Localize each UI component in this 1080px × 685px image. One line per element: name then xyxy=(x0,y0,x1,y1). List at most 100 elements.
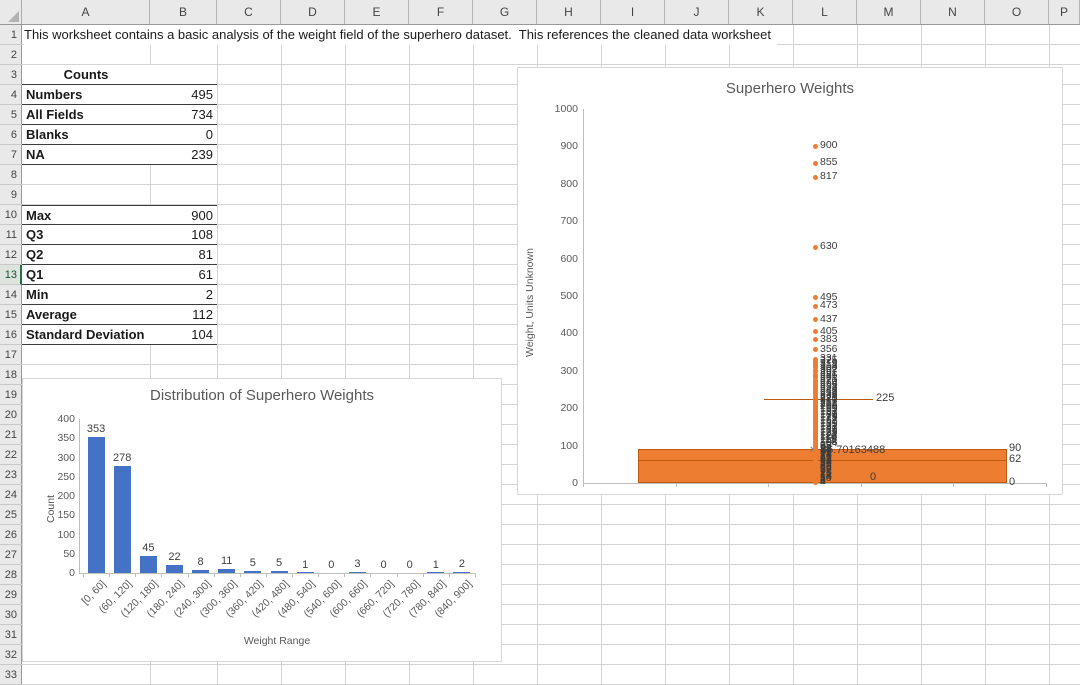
data-point[interactable] xyxy=(813,317,818,322)
bar[interactable] xyxy=(349,572,366,573)
row-header-1[interactable]: 1 xyxy=(0,25,22,45)
bar[interactable] xyxy=(244,571,261,573)
column-header-N[interactable]: N xyxy=(921,0,985,24)
row-header-26[interactable]: 26 xyxy=(0,525,22,545)
select-all-button[interactable] xyxy=(0,0,22,24)
bar[interactable] xyxy=(453,572,470,573)
row-header-5[interactable]: 5 xyxy=(0,105,22,125)
cell-grid[interactable]: This worksheet contains a basic analysis… xyxy=(22,25,1080,685)
row-header-3[interactable]: 3 xyxy=(0,65,22,85)
bar[interactable] xyxy=(297,572,314,573)
table-row-value[interactable]: 112 xyxy=(150,305,213,325)
data-point[interactable] xyxy=(813,480,818,485)
bar[interactable] xyxy=(166,565,183,573)
column-header-E[interactable]: E xyxy=(345,0,409,24)
boxplot-chart[interactable]: Superhero Weights Weight, Units Unknown … xyxy=(517,67,1063,495)
row-header-25[interactable]: 25 xyxy=(0,505,22,525)
data-point[interactable] xyxy=(813,245,818,250)
table-row-value[interactable]: 81 xyxy=(150,245,213,265)
column-header-F[interactable]: F xyxy=(409,0,473,24)
data-point[interactable] xyxy=(813,304,818,309)
table-row-value[interactable]: 734 xyxy=(150,105,213,125)
row-header-2[interactable]: 2 xyxy=(0,45,22,65)
bar[interactable] xyxy=(218,569,235,573)
table-row-label[interactable]: Max xyxy=(26,206,51,226)
data-point[interactable] xyxy=(813,295,818,300)
column-header-O[interactable]: O xyxy=(985,0,1049,24)
row-header-12[interactable]: 12 xyxy=(0,245,22,265)
row-header-33[interactable]: 33 xyxy=(0,665,22,685)
table-row-value[interactable]: 0 xyxy=(150,125,213,145)
row-header-6[interactable]: 6 xyxy=(0,125,22,145)
data-point[interactable] xyxy=(813,144,818,149)
column-header-A[interactable]: A xyxy=(22,0,150,24)
data-point[interactable] xyxy=(813,337,818,342)
row-header-8[interactable]: 8 xyxy=(0,165,22,185)
row-header-13[interactable]: 13 xyxy=(0,265,22,285)
column-header-L[interactable]: L xyxy=(793,0,857,24)
row-header-7[interactable]: 7 xyxy=(0,145,22,165)
data-point[interactable] xyxy=(813,161,818,166)
worksheet-note[interactable]: This worksheet contains a basic analysis… xyxy=(24,25,777,45)
column-header-G[interactable]: G xyxy=(473,0,537,24)
table-row-value[interactable]: 2 xyxy=(150,285,213,305)
row-header-19[interactable]: 19 xyxy=(0,385,22,405)
column-header-H[interactable]: H xyxy=(537,0,601,24)
row-header-18[interactable]: 18 xyxy=(0,365,22,385)
table-row-label[interactable]: NA xyxy=(26,145,45,165)
table-row-label[interactable]: Q1 xyxy=(26,265,43,285)
table-row-label[interactable]: Standard Deviation xyxy=(26,325,144,345)
row-header-30[interactable]: 30 xyxy=(0,605,22,625)
row-header-20[interactable]: 20 xyxy=(0,405,22,425)
table-row-label[interactable]: Numbers xyxy=(26,85,82,105)
column-header-J[interactable]: J xyxy=(665,0,729,24)
row-header-23[interactable]: 23 xyxy=(0,465,22,485)
table-row-label[interactable]: Q3 xyxy=(26,225,43,245)
column-header-D[interactable]: D xyxy=(281,0,345,24)
bar[interactable] xyxy=(271,571,288,573)
bar[interactable] xyxy=(192,570,209,573)
column-header-M[interactable]: M xyxy=(857,0,921,24)
table-row-label[interactable]: Min xyxy=(26,285,48,305)
column-header-C[interactable]: C xyxy=(217,0,281,24)
column-header-K[interactable]: K xyxy=(729,0,793,24)
table-row-value[interactable]: 108 xyxy=(150,225,213,245)
row-header-32[interactable]: 32 xyxy=(0,645,22,665)
table-row-value[interactable]: 61 xyxy=(150,265,213,285)
row-header-10[interactable]: 10 xyxy=(0,205,22,225)
histogram-chart[interactable]: Distribution of Superhero Weights Count … xyxy=(22,378,502,662)
bar[interactable] xyxy=(427,572,444,573)
table-row-value[interactable]: 900 xyxy=(150,206,213,226)
table-row-label[interactable]: All Fields xyxy=(26,105,84,125)
row-header-15[interactable]: 15 xyxy=(0,305,22,325)
row-header-17[interactable]: 17 xyxy=(0,345,22,365)
row-header-27[interactable]: 27 xyxy=(0,545,22,565)
row-header-21[interactable]: 21 xyxy=(0,425,22,445)
bar[interactable] xyxy=(140,556,157,573)
table-row-label[interactable]: Q2 xyxy=(26,245,43,265)
table-row-value[interactable]: 495 xyxy=(150,85,213,105)
row-header-29[interactable]: 29 xyxy=(0,585,22,605)
data-point[interactable] xyxy=(813,175,818,180)
table-row-label[interactable]: Blanks xyxy=(26,125,69,145)
row-header-4[interactable]: 4 xyxy=(0,85,22,105)
row-header-31[interactable]: 31 xyxy=(0,625,22,645)
data-point[interactable] xyxy=(813,329,818,334)
data-point[interactable] xyxy=(813,347,818,352)
bar[interactable] xyxy=(114,466,131,573)
row-header-9[interactable]: 9 xyxy=(0,185,22,205)
row-header-14[interactable]: 14 xyxy=(0,285,22,305)
table-row-value[interactable]: 239 xyxy=(150,145,213,165)
column-header-B[interactable]: B xyxy=(150,0,217,24)
column-header-P[interactable]: P xyxy=(1049,0,1080,24)
bar[interactable] xyxy=(88,437,105,573)
row-header-22[interactable]: 22 xyxy=(0,445,22,465)
row-header-11[interactable]: 11 xyxy=(0,225,22,245)
row-header-24[interactable]: 24 xyxy=(0,485,22,505)
table-row-value[interactable]: 104 xyxy=(150,325,213,345)
table-row-label[interactable]: Average xyxy=(26,305,77,325)
column-header-I[interactable]: I xyxy=(601,0,665,24)
row-header-16[interactable]: 16 xyxy=(0,325,22,345)
table-row-label[interactable]: Counts xyxy=(22,65,150,85)
row-header-28[interactable]: 28 xyxy=(0,565,22,585)
